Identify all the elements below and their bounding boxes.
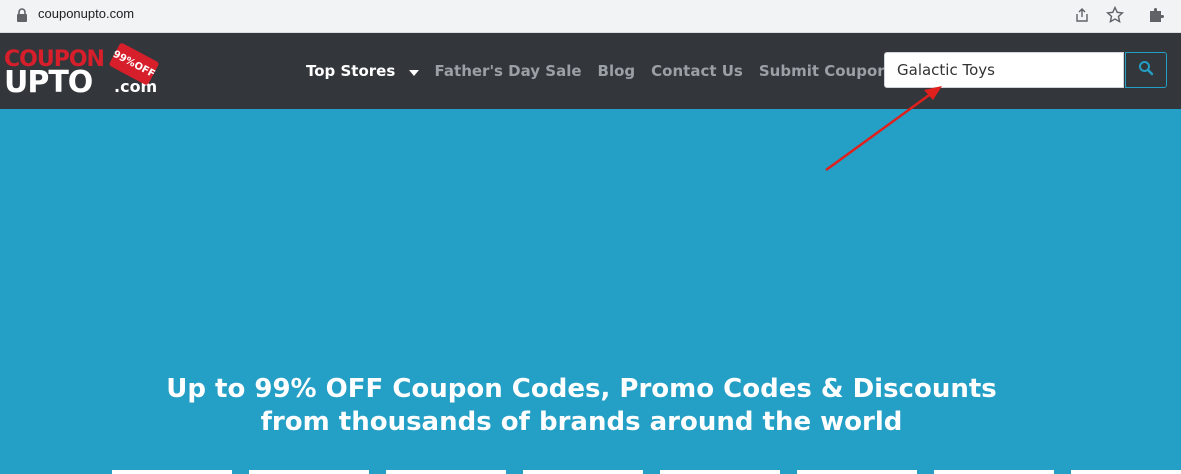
main-nav: Top Stores Father's Day Sale Blog Contac… bbox=[306, 33, 904, 109]
star-icon[interactable] bbox=[1105, 5, 1125, 28]
hero-heading-line2: from thousands of brands around the worl… bbox=[260, 407, 903, 437]
nav-blog[interactable]: Blog bbox=[598, 62, 636, 80]
search-box bbox=[884, 52, 1134, 88]
hero-heading: Up to 99% OFF Coupon Codes, Promo Codes … bbox=[0, 373, 1163, 439]
search-icon bbox=[1138, 60, 1154, 80]
omnibox[interactable] bbox=[12, 2, 1132, 29]
url-text[interactable]: couponupto.com bbox=[38, 6, 134, 21]
store-tile[interactable] bbox=[523, 470, 643, 474]
search-button[interactable] bbox=[1125, 52, 1167, 88]
search-input[interactable] bbox=[885, 53, 1134, 87]
store-tile[interactable] bbox=[1071, 470, 1181, 474]
store-tile[interactable] bbox=[249, 470, 369, 474]
puzzle-icon[interactable] bbox=[1147, 6, 1165, 28]
store-tile[interactable] bbox=[112, 470, 232, 474]
share-icon[interactable] bbox=[1074, 7, 1090, 27]
store-tile[interactable] bbox=[660, 470, 780, 474]
nav-fathers-day-sale[interactable]: Father's Day Sale bbox=[435, 62, 582, 80]
site-header: COUPON UPTO .com 99%OFF Top Stores Fathe… bbox=[0, 33, 1181, 109]
store-tile[interactable] bbox=[934, 470, 1054, 474]
lock-icon[interactable] bbox=[16, 7, 28, 26]
site-logo[interactable]: COUPON UPTO .com 99%OFF bbox=[4, 42, 160, 100]
nav-top-stores-label: Top Stores bbox=[306, 61, 396, 80]
hero-heading-line1: Up to 99% OFF Coupon Codes, Promo Codes … bbox=[166, 374, 997, 404]
nav-top-stores[interactable]: Top Stores bbox=[306, 62, 419, 81]
browser-address-bar: couponupto.com bbox=[0, 0, 1181, 33]
store-tile[interactable] bbox=[797, 470, 917, 474]
logo-line2: UPTO bbox=[4, 65, 93, 100]
hero-banner: Up to 99% OFF Coupon Codes, Promo Codes … bbox=[0, 109, 1181, 474]
caret-down-icon bbox=[408, 62, 419, 80]
nav-contact-us[interactable]: Contact Us bbox=[651, 62, 743, 80]
store-tiles-row bbox=[0, 470, 1181, 474]
store-tile[interactable] bbox=[386, 470, 506, 474]
nav-submit-coupon[interactable]: Submit Coupon bbox=[759, 62, 888, 80]
